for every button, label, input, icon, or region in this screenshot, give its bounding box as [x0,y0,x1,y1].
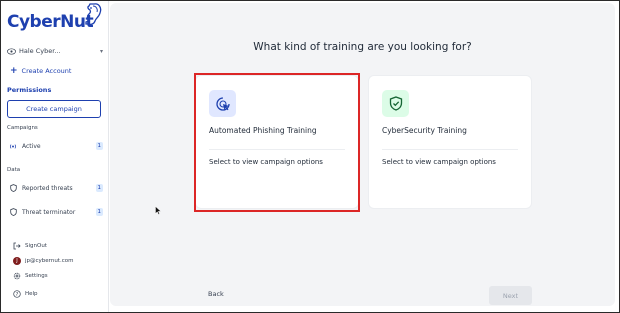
card-subtitle: Select to view campaign options [209,158,323,166]
back-button[interactable]: Back [208,290,224,298]
avatar: J [13,257,21,265]
sidebar-item-label: Active [22,142,41,150]
card-subtitle: Select to view campaign options [382,158,496,166]
create-account-link[interactable]: + Create Account [10,66,71,76]
shield-icon [9,184,17,192]
settings-link[interactable]: Settings [13,271,48,281]
gear-icon [13,272,21,280]
create-account-label: Create Account [21,67,72,75]
help-label: Help [25,291,38,297]
plus-icon: + [10,66,18,76]
permissions-link[interactable]: Permissions [7,86,51,94]
create-campaign-button[interactable]: Create campaign [7,100,101,118]
sidebar-item-label: Reported threats [22,184,73,192]
campaigns-section-label: Campaigns [7,125,38,131]
card-title: CyberSecurity Training [382,126,467,135]
training-selector-panel: What kind of training are you looking fo… [110,3,615,306]
automated-phishing-training-card[interactable]: Automated Phishing Training Select to vi… [195,75,359,209]
data-section-label: Data [7,167,21,173]
next-button[interactable]: Next [489,286,532,305]
shield-check-icon [382,90,409,117]
cybersecurity-training-card[interactable]: CyberSecurity Training Select to view ca… [368,75,532,209]
user-account[interactable]: J jp@cybernut.com [13,256,73,266]
sidebar-item-label: Threat terminator [22,208,76,216]
svg-text:?: ? [16,292,19,298]
sign-out-link[interactable]: SignOut [13,241,47,251]
eye-icon [7,47,16,55]
count-badge: 1 [95,208,103,216]
chevron-down-icon: ▾ [99,47,103,55]
sidebar-item-reported-threats[interactable]: Reported threats 1 [9,182,103,194]
count-badge: 1 [95,184,103,192]
count-badge: 1 [95,142,103,150]
settings-label: Settings [25,273,48,279]
broadcast-icon [9,142,17,150]
cursor-click-icon [209,90,236,117]
sidebar-item-threat-terminator[interactable]: Threat terminator 1 [9,206,103,218]
shield-icon [9,208,17,216]
sidebar-item-active[interactable]: Active 1 [9,140,103,152]
squirrel-logo-icon [85,3,102,26]
help-link[interactable]: ? Help [13,289,38,299]
org-name: Hale Cyber... [19,47,61,55]
sidebar: CyberNut Hale Cyber... ▾ + Create Accoun… [1,1,109,312]
app-window: CyberNut Hale Cyber... ▾ + Create Accoun… [1,1,619,312]
user-email: jp@cybernut.com [25,258,74,264]
mouse-pointer-icon [155,206,162,215]
main-content: What kind of training are you looking fo… [110,1,619,312]
sign-out-label: SignOut [25,243,47,249]
card-divider [209,149,345,150]
org-selector[interactable]: Hale Cyber... ▾ [7,45,103,57]
sign-out-icon [13,242,21,250]
card-divider [382,149,518,150]
card-title: Automated Phishing Training [209,126,317,135]
help-icon: ? [13,290,21,298]
page-title: What kind of training are you looking fo… [253,41,472,53]
